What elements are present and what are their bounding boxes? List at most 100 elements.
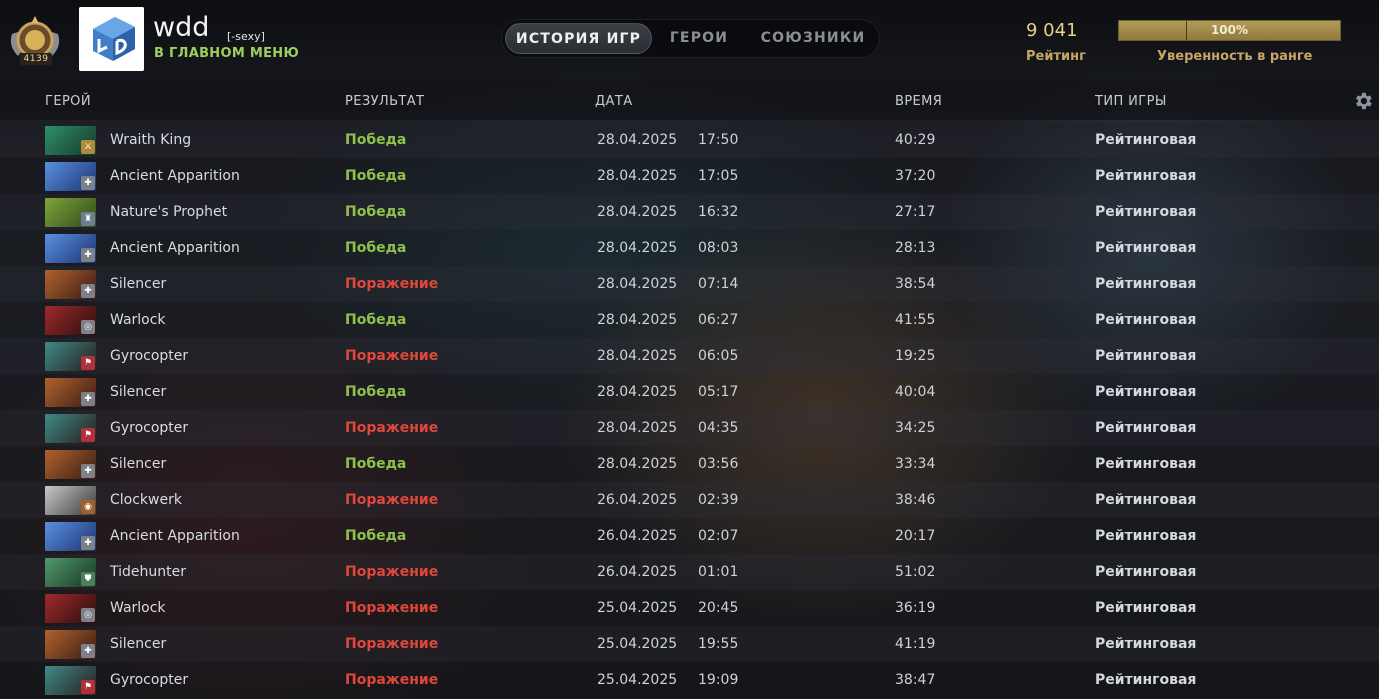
- table-header: ГЕРОЙ РЕЗУЛЬТАТ ДАТА ВРЕМЯ ТИП ИГРЫ: [0, 80, 1379, 120]
- table-row[interactable]: ♜ Nature's Prophet Победа 28.04.2025 16:32 27…: [0, 194, 1379, 230]
- support-icon: ✚: [81, 392, 95, 406]
- match-result: Победа: [345, 384, 407, 400]
- tab-match-history[interactable]: ИСТОРИЯ ИГР: [505, 23, 652, 54]
- match-time: 17:50: [698, 132, 739, 148]
- game-mode: Рейтинговая: [1095, 204, 1197, 220]
- match-result: Поражение: [345, 492, 439, 508]
- match-date: 25.04.2025: [597, 672, 678, 688]
- column-duration[interactable]: ВРЕМЯ: [895, 94, 942, 109]
- game-mode: Рейтинговая: [1095, 564, 1197, 580]
- match-time: 08:03: [698, 240, 739, 256]
- table-row[interactable]: ⚑ Gyrocopter Поражение 25.04.2025 19:09 38:47…: [0, 662, 1379, 698]
- silencer-icon: ✚: [45, 450, 96, 479]
- game-mode: Рейтинговая: [1095, 168, 1197, 184]
- flag-icon: ⚑: [81, 356, 95, 370]
- game-mode: Рейтинговая: [1095, 420, 1197, 436]
- table-row[interactable]: ✚ Ancient Apparition Победа 28.04.2025 08:03…: [0, 230, 1379, 266]
- player-tag: [-sexy]: [227, 30, 265, 43]
- player-name: wdd: [153, 12, 210, 43]
- match-date: 26.04.2025: [597, 528, 678, 544]
- match-time: 02:07: [698, 528, 739, 544]
- game-mode: Рейтинговая: [1095, 600, 1197, 616]
- hero-name: Ancient Apparition: [110, 528, 240, 544]
- gyrocopter-icon: ⚑: [45, 342, 96, 371]
- match-date: 25.04.2025: [597, 636, 678, 652]
- game-mode: Рейтинговая: [1095, 240, 1197, 256]
- table-row[interactable]: ✚ Silencer Победа 28.04.2025 03:56 33:34 Рейти…: [0, 446, 1379, 482]
- match-result: Поражение: [345, 672, 439, 688]
- hero-name: Silencer: [110, 636, 167, 652]
- match-result: Поражение: [345, 420, 439, 436]
- support-icon: ✚: [81, 248, 95, 262]
- support-icon: ✚: [81, 464, 95, 478]
- match-date: 28.04.2025: [597, 312, 678, 328]
- tab-allies[interactable]: СОЮЗНИКИ: [748, 23, 878, 54]
- match-date: 28.04.2025: [597, 132, 678, 148]
- tab-heroes[interactable]: ГЕРОИ: [655, 23, 743, 54]
- table-row[interactable]: ◎ Warlock Поражение 25.04.2025 20:45 36:19 Рей…: [0, 590, 1379, 626]
- table-row[interactable]: ⛊ Tidehunter Поражение 26.04.2025 01:01 51:02…: [0, 554, 1379, 590]
- match-time: 03:56: [698, 456, 739, 472]
- avatar-logo-icon: [79, 7, 144, 71]
- match-time: 20:45: [698, 600, 739, 616]
- table-row[interactable]: ✚ Ancient Apparition Победа 26.04.2025 02:07…: [0, 518, 1379, 554]
- match-time: 04:35: [698, 420, 739, 436]
- match-result: Победа: [345, 528, 407, 544]
- match-duration: 36:19: [895, 600, 936, 616]
- match-date: 25.04.2025: [597, 600, 678, 616]
- game-mode: Рейтинговая: [1095, 492, 1197, 508]
- match-time: 17:05: [698, 168, 739, 184]
- hero-name: Gyrocopter: [110, 420, 189, 436]
- hero-name: Warlock: [110, 600, 166, 616]
- table-row[interactable]: ⚔ Wraith King Победа 28.04.2025 17:50 40:29 Ре…: [0, 122, 1379, 158]
- match-duration: 34:25: [895, 420, 936, 436]
- table-row[interactable]: ✚ Ancient Apparition Победа 28.04.2025 17:05…: [0, 158, 1379, 194]
- table-row[interactable]: ✚ Silencer Победа 28.04.2025 05:17 40:04 Рейти…: [0, 374, 1379, 410]
- clockwerk-icon: ◉: [45, 486, 96, 515]
- column-result[interactable]: РЕЗУЛЬТАТ: [345, 94, 424, 109]
- match-history-list: ⚔ Wraith King Победа 28.04.2025 17:50 40:29 Ре…: [0, 122, 1379, 698]
- player-status: В ГЛАВНОМ МЕНЮ: [154, 46, 300, 61]
- game-mode: Рейтинговая: [1095, 276, 1197, 292]
- hero-name: Gyrocopter: [110, 672, 189, 688]
- tab-bar: ИСТОРИЯ ИГР ГЕРОИ СОЮЗНИКИ: [501, 19, 880, 58]
- offlane-icon: ♜: [81, 212, 95, 226]
- column-mode[interactable]: ТИП ИГРЫ: [1095, 94, 1167, 109]
- table-row[interactable]: ⚑ Gyrocopter Поражение 28.04.2025 06:05 19:25…: [0, 338, 1379, 374]
- table-row[interactable]: ◎ Warlock Победа 28.04.2025 06:27 41:55 Рейтин…: [0, 302, 1379, 338]
- hero-name: Ancient Apparition: [110, 240, 240, 256]
- game-mode: Рейтинговая: [1095, 132, 1197, 148]
- rank-confidence-text: 100%: [1210, 23, 1249, 37]
- match-time: 06:05: [698, 348, 739, 364]
- match-duration: 40:29: [895, 132, 936, 148]
- ancient-apparition-icon: ✚: [45, 162, 96, 191]
- avatar[interactable]: [79, 7, 144, 71]
- table-row[interactable]: ✚ Silencer Поражение 28.04.2025 07:14 38:54 Ре…: [0, 266, 1379, 302]
- match-time: 06:27: [698, 312, 739, 328]
- table-row[interactable]: ✚ Silencer Поражение 25.04.2025 19:55 41:19 Ре…: [0, 626, 1379, 662]
- match-duration: 41:19: [895, 636, 936, 652]
- match-duration: 40:04: [895, 384, 936, 400]
- rating-value: 9 041: [1026, 20, 1078, 41]
- match-result: Победа: [345, 312, 407, 328]
- ancient-apparition-icon: ✚: [45, 522, 96, 551]
- match-time: 01:01: [698, 564, 739, 580]
- column-hero[interactable]: ГЕРОЙ: [45, 94, 91, 109]
- match-duration: 38:54: [895, 276, 936, 292]
- hero-name: Clockwerk: [110, 492, 182, 508]
- hero-name: Silencer: [110, 456, 167, 472]
- match-duration: 27:17: [895, 204, 936, 220]
- match-date: 28.04.2025: [597, 348, 678, 364]
- match-duration: 28:13: [895, 240, 936, 256]
- game-mode: Рейтинговая: [1095, 636, 1197, 652]
- match-time: 07:14: [698, 276, 739, 292]
- match-result: Поражение: [345, 564, 439, 580]
- wraith-king-icon: ⚔: [45, 126, 96, 155]
- match-result: Поражение: [345, 276, 439, 292]
- match-date: 26.04.2025: [597, 492, 678, 508]
- column-date[interactable]: ДАТА: [595, 94, 632, 109]
- table-row[interactable]: ◉ Clockwerk Поражение 26.04.2025 02:39 38:46 Р…: [0, 482, 1379, 518]
- gear-icon[interactable]: [1352, 90, 1374, 112]
- match-duration: 33:34: [895, 456, 936, 472]
- table-row[interactable]: ⚑ Gyrocopter Поражение 28.04.2025 04:35 34:25…: [0, 410, 1379, 446]
